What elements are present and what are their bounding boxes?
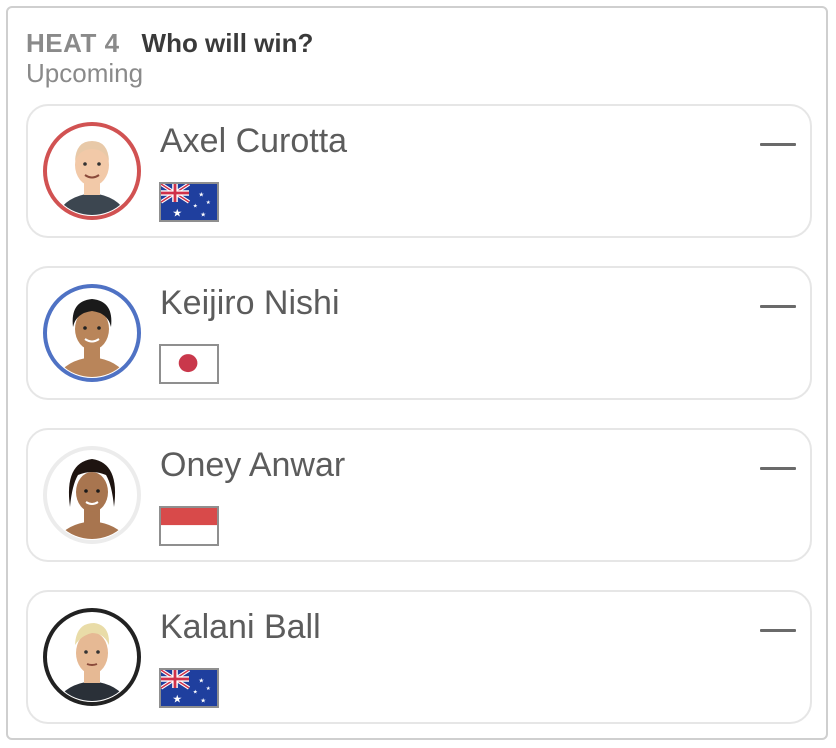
surfer-card-axel-curotta[interactable]: Axel Curotta ★ ★ ★ ★ ★: [26, 104, 812, 238]
svg-text:★: ★: [198, 677, 204, 685]
japan-flag-icon: [159, 344, 219, 384]
heat-status: Upcoming: [26, 58, 144, 88]
surfer-avatar: [42, 121, 142, 221]
indonesia-flag-icon: [159, 506, 219, 546]
surfer-card-keijiro-nishi[interactable]: Keijiro Nishi: [26, 266, 812, 400]
australia-flag-icon: ★ ★ ★ ★ ★: [159, 668, 219, 708]
heat-panel: HEAT 4 Who will win? Upcoming Axel Curot…: [6, 6, 828, 740]
svg-text:★: ★: [172, 207, 182, 220]
svg-text:★: ★: [172, 693, 182, 706]
surfer-name: Keijiro Nishi: [160, 284, 340, 322]
surfer-avatar: [42, 283, 142, 383]
surfer-avatar: [42, 607, 142, 707]
heat-label: HEAT 4: [26, 28, 120, 58]
svg-text:★: ★: [193, 689, 198, 695]
no-prediction-dash-icon: [760, 305, 796, 308]
svg-text:★: ★: [206, 686, 211, 692]
svg-text:★: ★: [193, 203, 198, 209]
no-prediction-dash-icon: [760, 629, 796, 632]
prediction-question: Who will win?: [141, 28, 314, 58]
svg-text:★: ★: [200, 697, 206, 705]
no-prediction-dash-icon: [760, 143, 796, 146]
surfer-card-oney-anwar[interactable]: Oney Anwar: [26, 428, 812, 562]
surfer-name: Axel Curotta: [160, 122, 348, 160]
svg-text:★: ★: [200, 211, 206, 219]
svg-text:★: ★: [198, 191, 204, 199]
heat-header: HEAT 4 Who will win?: [26, 28, 313, 59]
surfer-name: Kalani Ball: [160, 608, 321, 646]
australia-flag-icon: ★ ★ ★ ★ ★: [159, 182, 219, 222]
surfer-avatar: [42, 445, 142, 545]
surfer-card-kalani-ball[interactable]: Kalani Ball ★ ★ ★ ★ ★: [26, 590, 812, 724]
surfer-name: Oney Anwar: [160, 446, 346, 484]
no-prediction-dash-icon: [760, 467, 796, 470]
svg-text:★: ★: [206, 200, 211, 206]
